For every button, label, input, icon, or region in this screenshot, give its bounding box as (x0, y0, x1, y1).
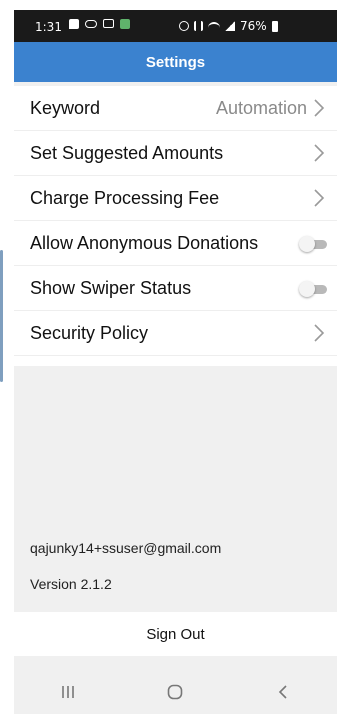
security-policy-row[interactable]: Security Policy (14, 311, 337, 356)
security-policy-label: Security Policy (30, 323, 149, 343)
scroll-indicator (0, 250, 3, 382)
app-notification-icon (120, 19, 130, 29)
swiper-status-label: Show Swiper Status (30, 278, 192, 298)
system-icons: 76% (179, 19, 278, 33)
page-title: Settings (145, 53, 206, 71)
suggested-amounts-label: Set Suggested Amounts (30, 143, 224, 163)
notification-icons (69, 19, 130, 29)
phone-screen: 1:31 76% Settings Keyword Automation Set… (14, 10, 337, 714)
swiper-status-row: Show Swiper Status (14, 266, 337, 311)
sign-out-label: Sign Out (146, 625, 205, 643)
account-email: qajunky14+ssuser@gmail.com (30, 540, 222, 556)
chevron-right-icon (314, 324, 325, 342)
anonymous-donations-row: Allow Anonymous Donations (14, 221, 337, 266)
keyword-label: Keyword (30, 98, 101, 118)
anonymous-donations-label: Allow Anonymous Donations (30, 233, 259, 253)
signal-icon (225, 21, 235, 31)
toggle-knob (299, 236, 315, 252)
status-bar: 1:31 76% (14, 10, 337, 42)
cloud-icon (85, 20, 97, 28)
mute-icon (194, 21, 203, 31)
battery-icon (271, 20, 278, 32)
sign-out-button[interactable]: Sign Out (14, 612, 337, 656)
system-nav-bar (14, 670, 337, 714)
battery-percent: 76% (240, 19, 267, 33)
app-header: Settings (14, 42, 337, 82)
toggle-knob (299, 281, 315, 297)
keyword-row[interactable]: Keyword Automation (14, 86, 337, 131)
image-icon (103, 19, 114, 28)
recent-apps-icon (62, 686, 74, 698)
chevron-right-icon (314, 99, 325, 117)
status-time: 1:31 (35, 20, 62, 34)
recent-apps-button[interactable] (48, 677, 88, 707)
processing-fee-label: Charge Processing Fee (30, 188, 220, 208)
alarm-icon (179, 21, 189, 31)
suggested-amounts-row[interactable]: Set Suggested Amounts (14, 131, 337, 176)
settings-list: Keyword Automation Set Suggested Amounts… (14, 86, 337, 366)
processing-fee-row[interactable]: Charge Processing Fee (14, 176, 337, 221)
anonymous-donations-toggle[interactable] (299, 236, 329, 252)
chevron-right-icon (314, 144, 325, 162)
back-icon (279, 685, 287, 699)
back-button[interactable] (263, 677, 303, 707)
app-version: Version 2.1.2 (30, 576, 112, 592)
keyword-value: Automation (215, 98, 307, 118)
chat-icon (69, 19, 79, 29)
home-button[interactable] (155, 677, 195, 707)
swiper-status-toggle[interactable] (299, 281, 329, 297)
wifi-icon (208, 21, 220, 31)
chevron-right-icon (314, 189, 325, 207)
home-icon (168, 684, 183, 700)
